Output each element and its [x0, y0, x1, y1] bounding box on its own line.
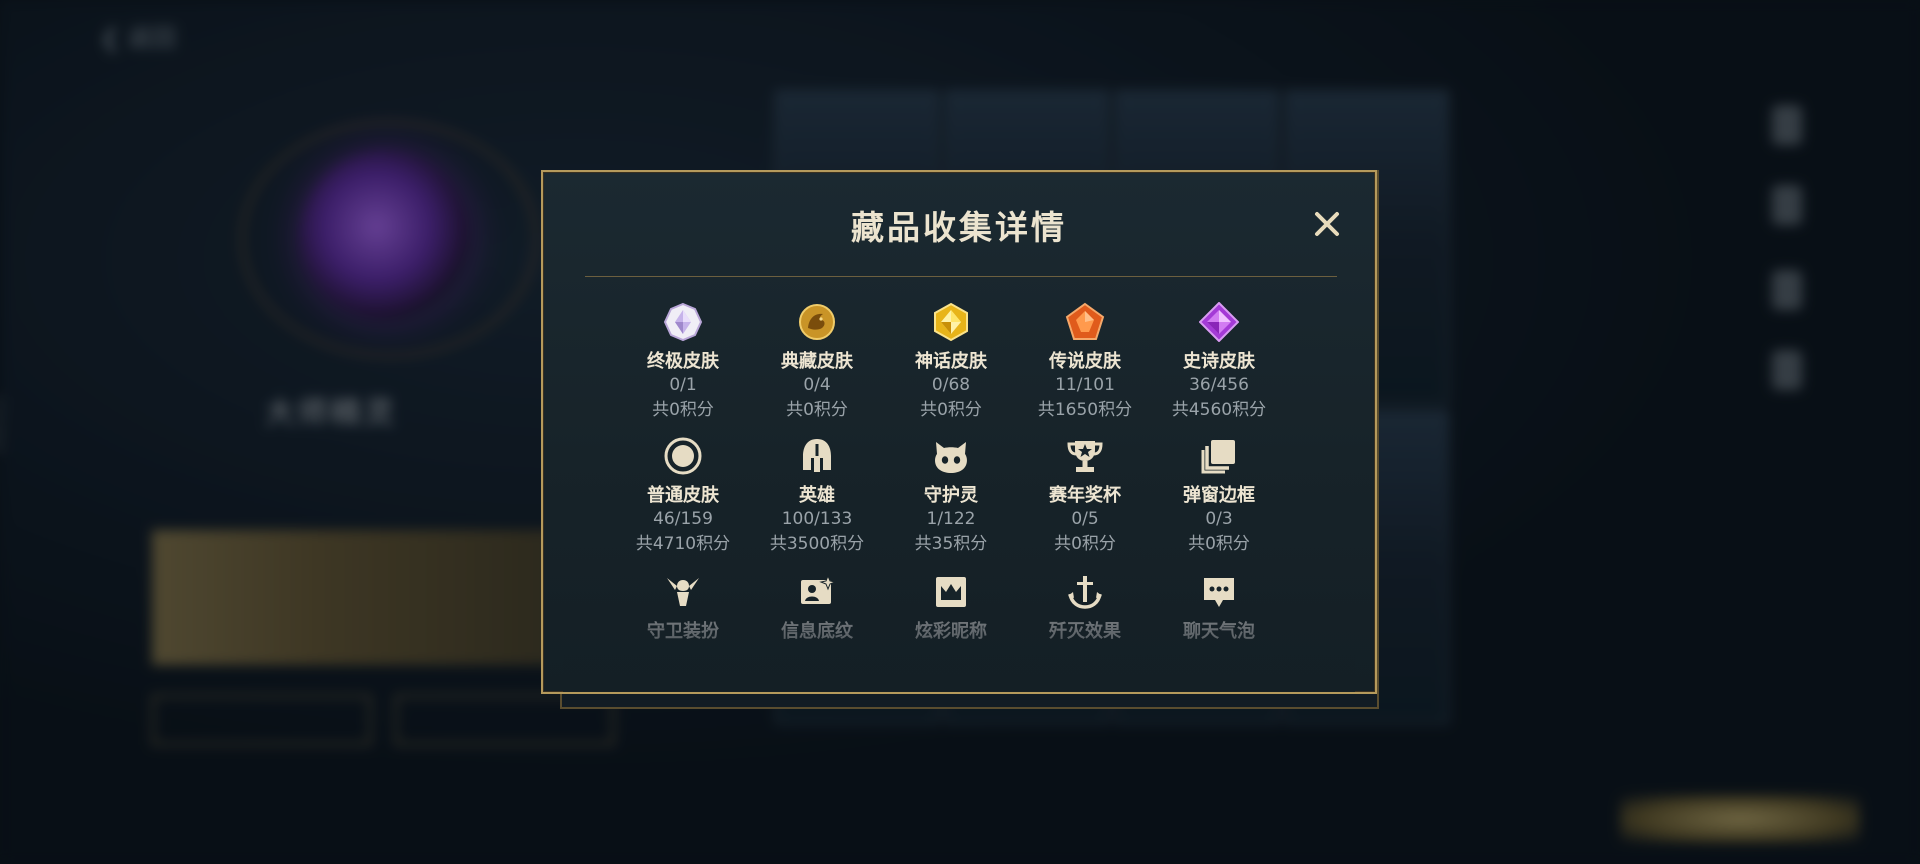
category-champion[interactable]: 英雄 100/133 共3500积分 [747, 434, 887, 557]
category-season-trophy[interactable]: 赛年奖杯 0/5 共0积分 [1015, 434, 1155, 557]
category-legendary-skin[interactable]: 传说皮肤 11/101 共1650积分 [1015, 300, 1155, 423]
category-name: 歼灭效果 [1049, 621, 1121, 642]
mythic-skin-icon [929, 300, 973, 344]
category-chat-bubble[interactable]: 聊天气泡 [1149, 570, 1289, 643]
category-ultimate-skin[interactable]: 终极皮肤 0/1 共0积分 [613, 300, 753, 423]
category-name: 守护灵 [924, 485, 978, 506]
category-guardian[interactable]: 守护灵 1/122 共35积分 [881, 434, 1021, 557]
category-points: 共0积分 [1054, 534, 1116, 554]
guardian-spirit-icon [929, 434, 973, 478]
category-points: 共4710积分 [635, 534, 731, 554]
category-points: 共3500积分 [769, 534, 865, 554]
prestige-skin-icon [795, 300, 839, 344]
category-count: 100/133 [781, 509, 853, 529]
category-points: 共0积分 [786, 400, 848, 420]
screen: ❮ 返回 大师精灵 3792844 藏品收集详情 终极皮肤 0/1 共0积分 典… [0, 0, 1920, 864]
category-profile-texture[interactable]: 信息底纹 [747, 570, 887, 643]
category-nickname[interactable]: 炫彩昵称 [881, 570, 1021, 643]
epic-skin-icon [1197, 300, 1241, 344]
category-points: 共35积分 [914, 534, 988, 554]
category-points: 共0积分 [1188, 534, 1250, 554]
category-points: 共0积分 [652, 400, 714, 420]
category-epic-skin[interactable]: 史诗皮肤 36/456 共4560积分 [1149, 300, 1289, 423]
category-count: 36/456 [1189, 375, 1249, 395]
category-name: 赛年奖杯 [1049, 485, 1121, 506]
category-count: 0/5 [1071, 509, 1099, 529]
category-name: 史诗皮肤 [1183, 351, 1255, 372]
category-count: 0/3 [1205, 509, 1233, 529]
close-icon [1315, 212, 1339, 236]
category-name: 聊天气泡 [1183, 621, 1255, 642]
collection-details-dialog: 藏品收集详情 终极皮肤 0/1 共0积分 典藏皮肤 0/4 共0积分 神话皮肤 … [541, 170, 1377, 694]
category-points: 共0积分 [920, 400, 982, 420]
category-guardian-outfit[interactable]: 守卫装扮 [613, 570, 753, 643]
legendary-skin-icon [1063, 300, 1107, 344]
category-name: 炫彩昵称 [915, 621, 987, 642]
category-name: 守卫装扮 [647, 621, 719, 642]
category-count: 0/4 [803, 375, 831, 395]
dialog-title: 藏品收集详情 [851, 208, 1067, 247]
category-name: 传说皮肤 [1049, 351, 1121, 372]
category-mythic-skin[interactable]: 神话皮肤 0/68 共0积分 [881, 300, 1021, 423]
champion-helmet-icon [795, 434, 839, 478]
anchor-effect-icon [1063, 570, 1107, 614]
category-name: 普通皮肤 [647, 485, 719, 506]
category-name: 终极皮肤 [647, 351, 719, 372]
category-count: 0/68 [931, 375, 971, 395]
guardian-outfit-icon [661, 570, 705, 614]
popup-frame-icon [1197, 434, 1241, 478]
category-annihilation-effect[interactable]: 歼灭效果 [1015, 570, 1155, 643]
category-points: 共1650积分 [1037, 400, 1133, 420]
category-normal-skin[interactable]: 普通皮肤 46/159 共4710积分 [613, 434, 753, 557]
category-name: 弹窗边框 [1183, 485, 1255, 506]
profile-texture-icon [795, 570, 839, 614]
category-name: 信息底纹 [781, 621, 853, 642]
category-points: 共4560积分 [1171, 400, 1267, 420]
close-button[interactable] [1307, 204, 1347, 244]
ultimate-skin-icon [661, 300, 705, 344]
category-count: 1/122 [926, 509, 976, 529]
normal-skin-icon [661, 434, 705, 478]
chat-bubble-icon [1197, 570, 1241, 614]
category-name: 英雄 [799, 485, 835, 506]
nickname-crown-icon [929, 570, 973, 614]
trophy-icon [1063, 434, 1107, 478]
category-count: 0/1 [669, 375, 697, 395]
category-popup-frame[interactable]: 弹窗边框 0/3 共0积分 [1149, 434, 1289, 557]
category-count: 46/159 [653, 509, 713, 529]
category-name: 神话皮肤 [915, 351, 987, 372]
category-name: 典藏皮肤 [781, 351, 853, 372]
category-prestige-skin[interactable]: 典藏皮肤 0/4 共0积分 [747, 300, 887, 423]
title-divider [585, 276, 1337, 277]
category-count: 11/101 [1055, 375, 1115, 395]
